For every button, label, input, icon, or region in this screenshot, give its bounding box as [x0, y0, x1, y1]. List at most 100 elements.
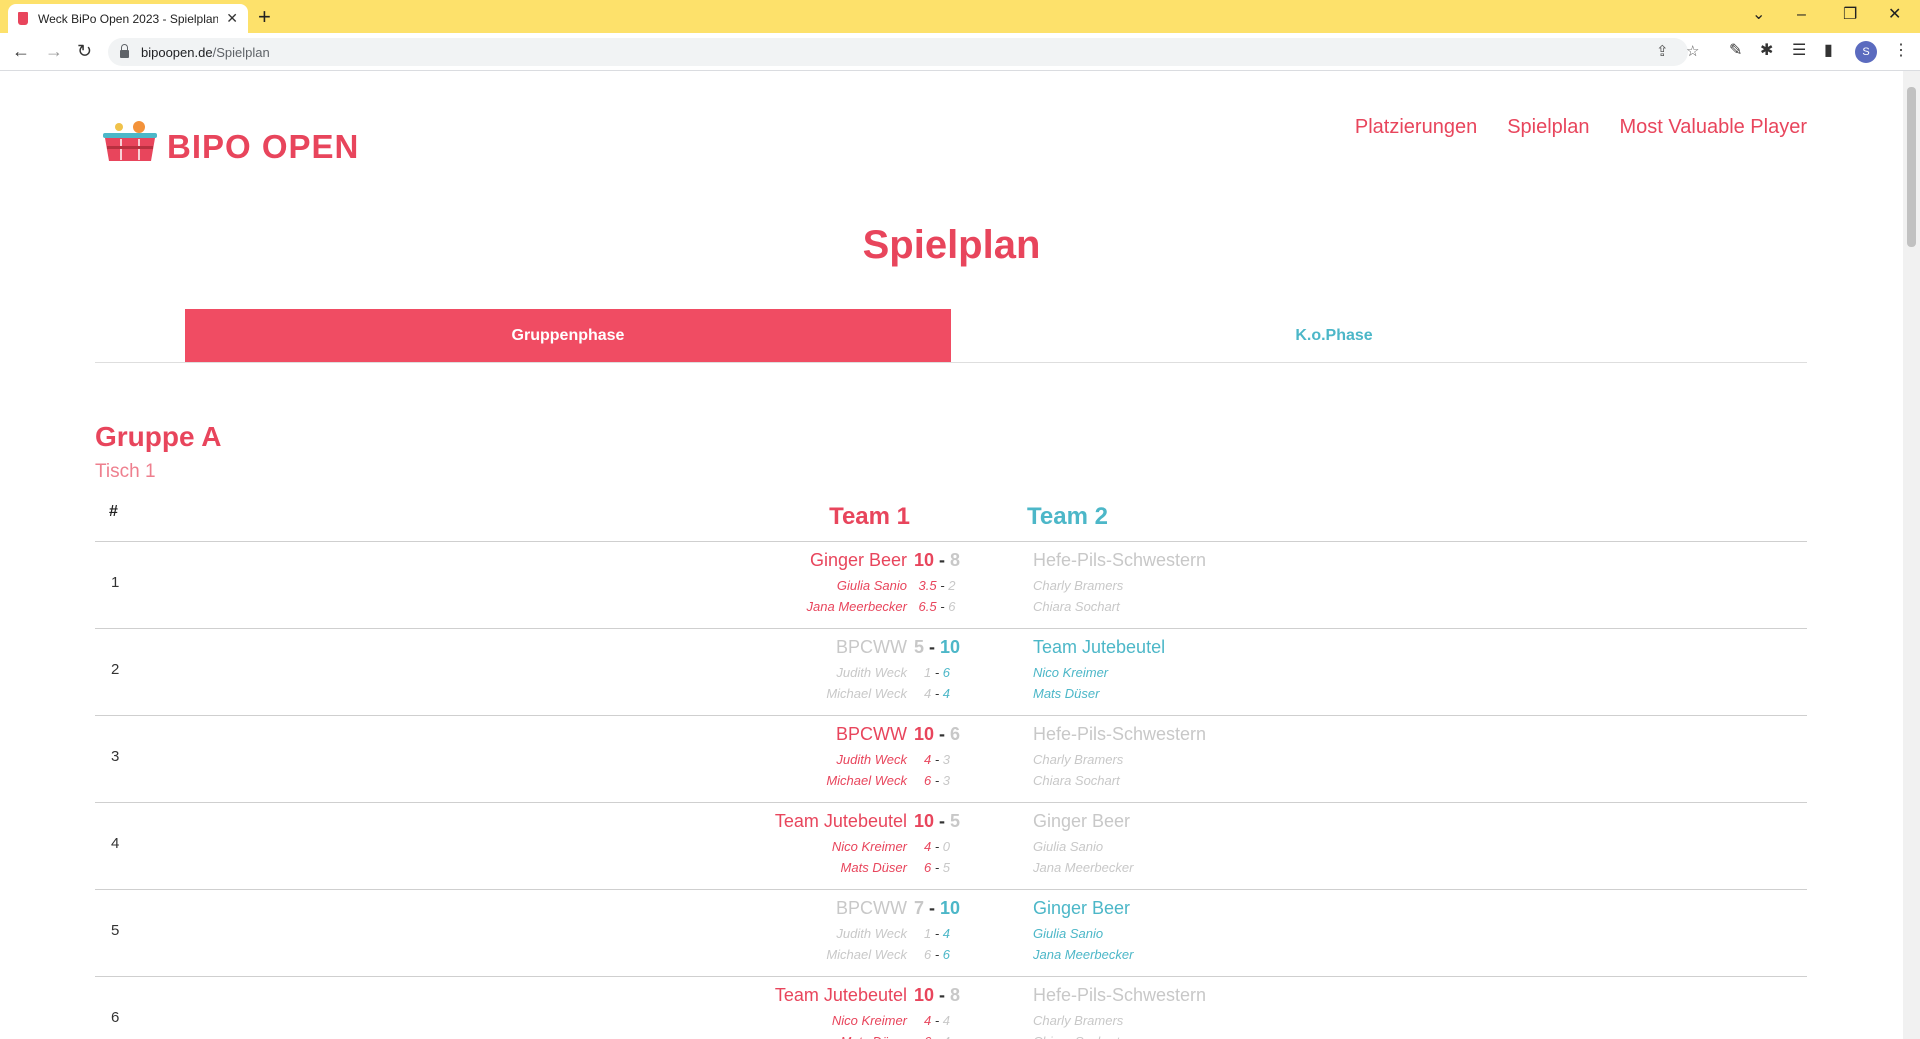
- close-tab-icon[interactable]: ✕: [226, 10, 238, 27]
- team1-player: Nico Kreimer: [831, 1013, 907, 1028]
- score-separator: -: [928, 637, 935, 657]
- team2-player: Mats Düser: [1033, 686, 1100, 701]
- player-score: 4 - 4: [907, 1013, 967, 1028]
- restore-icon[interactable]: ❐: [1843, 4, 1857, 26]
- eyedropper-icon[interactable]: ✎: [1729, 41, 1742, 61]
- team2-score: 8: [950, 550, 961, 570]
- team1-player-score: 6: [923, 773, 932, 788]
- column-header-team1: Team 1: [829, 503, 910, 530]
- nav-most-valuable-player[interactable]: Most Valuable Player: [1620, 116, 1808, 139]
- team2-score: 8: [950, 985, 961, 1005]
- bookmark-star-icon[interactable]: ☆: [1686, 42, 1699, 60]
- team2-player: Chiara Sochart: [1033, 599, 1120, 614]
- nav-platzierungen[interactable]: Platzierungen: [1355, 116, 1477, 139]
- browser-menu-icon[interactable]: ⋮: [1893, 41, 1909, 61]
- team2-player: Charly Bramers: [1033, 1013, 1124, 1028]
- url-host: bipoopen.de: [141, 44, 213, 60]
- main-nav: Platzierungen Spielplan Most Valuable Pl…: [1355, 116, 1807, 139]
- tab-title: Weck BiPo Open 2023 - Spielplan: [38, 11, 219, 26]
- team1-player: Michael Weck: [826, 947, 907, 962]
- team1-player-score: 3.5: [918, 578, 937, 593]
- profile-avatar[interactable]: S: [1855, 41, 1877, 63]
- beer-pong-cups-logo-icon[interactable]: [101, 120, 159, 162]
- tab-gruppenphase[interactable]: Gruppenphase: [185, 309, 951, 362]
- nav-spielplan[interactable]: Spielplan: [1507, 116, 1589, 139]
- extensions-puzzle-icon[interactable]: ✱: [1760, 41, 1773, 61]
- team1-score: 7: [913, 898, 924, 918]
- team2-player: Giulia Sanio: [1033, 926, 1104, 941]
- score-separator: -: [934, 686, 940, 701]
- score-separator: -: [940, 599, 945, 614]
- forward-icon[interactable]: →: [45, 40, 63, 62]
- team2-name: Team Jutebeutel: [1033, 637, 1166, 657]
- team1-player: Michael Weck: [826, 773, 907, 788]
- scrollbar-thumb[interactable]: [1907, 87, 1916, 247]
- team2-player: Charly Bramers: [1033, 578, 1124, 593]
- match-number: 6: [111, 1009, 120, 1026]
- team1-player: Judith Weck: [836, 665, 907, 680]
- team1-player-score: 4: [923, 686, 932, 701]
- team2-player: Chiara Sochart: [1033, 773, 1120, 788]
- browser-tab[interactable]: Weck BiPo Open 2023 - Spielplan ✕: [8, 4, 248, 33]
- team1-player-score: 6: [923, 947, 932, 962]
- minimize-icon[interactable]: –: [1797, 4, 1806, 26]
- match-row: 5 BPCWW Judith Weck Michael Weck 7 - 10 1 - 4…: [95, 890, 1807, 977]
- score-separator: -: [934, 860, 940, 875]
- player-score: 4 - 4: [907, 686, 967, 701]
- team2-player-score: 4: [943, 1034, 950, 1039]
- new-tab-icon[interactable]: +: [258, 4, 271, 30]
- share-icon[interactable]: ⇪: [1656, 42, 1669, 60]
- score-separator: -: [934, 947, 940, 962]
- team2-player-score: 4: [942, 1013, 951, 1028]
- player-score: 6 - 4: [907, 1034, 967, 1039]
- team1-player: Jana Meerbecker: [806, 599, 907, 614]
- phase-tabs: Gruppenphase K.o.Phase: [95, 309, 1807, 363]
- team1-player: Mats Düser: [840, 860, 907, 875]
- team2-player: Nico Kreimer: [1033, 665, 1109, 680]
- tab-ko-phase[interactable]: K.o.Phase: [951, 309, 1717, 362]
- team1-player: Nico Kreimer: [831, 839, 907, 854]
- team2-player: Chiara Sochart: [1033, 1034, 1120, 1039]
- back-icon[interactable]: ←: [12, 40, 30, 62]
- address-bar[interactable]: bipoopen.de /Spielplan ⇪ ☆: [108, 38, 1699, 66]
- reload-icon[interactable]: ↻: [77, 40, 92, 62]
- browser-toolbar: ← → ↻ bipoopen.de /Spielplan ⇪ ☆ ✎ ✱ ☰ ▮…: [0, 33, 1920, 71]
- score-separator: -: [939, 985, 945, 1005]
- page-title: Spielplan: [862, 223, 1041, 267]
- page-scrollbar[interactable]: [1903, 71, 1920, 1039]
- match-score: 10 - 6: [907, 724, 967, 745]
- team1-player-score: 6.5: [918, 599, 937, 614]
- player-score: 6 - 6: [907, 947, 967, 962]
- team1-name: BPCWW: [836, 637, 907, 657]
- team2-player: Charly Bramers: [1033, 752, 1124, 767]
- player-score: 6 - 3: [907, 773, 967, 788]
- team1-player: Judith Weck: [836, 752, 907, 767]
- team1-score: 10: [913, 724, 934, 744]
- team2-player-score: 2: [948, 578, 956, 593]
- team1-player-score: 4: [923, 839, 932, 854]
- score-separator: -: [939, 811, 945, 831]
- score-separator: -: [940, 578, 945, 593]
- tab-search-chevron-icon[interactable]: ⌄: [1752, 4, 1765, 26]
- team2-player-score: 6: [942, 665, 951, 680]
- team1-player-score: 6: [924, 1034, 931, 1039]
- team2-name: Hefe-Pils-Schwestern: [1033, 550, 1207, 570]
- team2-score: 5: [950, 811, 961, 831]
- match-score: 10 - 8: [907, 985, 967, 1006]
- match-number: 1: [111, 574, 120, 591]
- team1-score: 5: [913, 637, 924, 657]
- team2-player: Jana Meerbecker: [1033, 860, 1134, 875]
- group-title: Gruppe A: [95, 421, 222, 452]
- team1-score: 10: [913, 811, 934, 831]
- match-score: 10 - 8: [907, 550, 967, 571]
- site-logo-text[interactable]: BIPO OPEN: [167, 128, 359, 166]
- close-window-icon[interactable]: ✕: [1888, 4, 1901, 26]
- reading-list-icon[interactable]: ☰: [1792, 41, 1806, 61]
- team1-name: BPCWW: [836, 724, 907, 744]
- team1-name: Ginger Beer: [809, 550, 907, 570]
- team2-player-score: 6: [942, 947, 951, 962]
- score-separator: -: [935, 1034, 939, 1039]
- match-row: 3 BPCWW Judith Weck Michael Weck 10 - 6 4 - 3…: [95, 716, 1807, 803]
- team1-player: Michael Weck: [826, 686, 907, 701]
- side-panel-icon[interactable]: ▮: [1824, 41, 1833, 61]
